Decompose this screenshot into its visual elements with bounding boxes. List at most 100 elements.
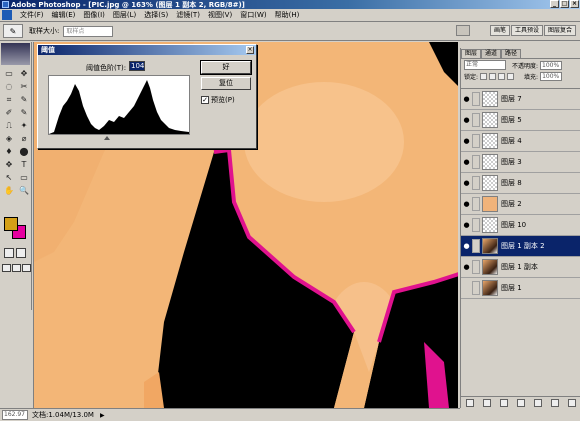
- menu-select[interactable]: 选择(S): [140, 10, 172, 20]
- layer-row[interactable]: ● 图层 3: [461, 152, 580, 173]
- eraser-tool-icon[interactable]: ◈: [2, 133, 16, 145]
- visibility-eye-icon[interactable]: ●: [461, 137, 472, 145]
- zoom-level-field[interactable]: 162.97: [2, 410, 28, 420]
- path-select-tool-icon[interactable]: ✥: [2, 159, 16, 171]
- layer-mask-icon[interactable]: [499, 398, 508, 407]
- layer-link-box[interactable]: [472, 239, 480, 253]
- tab-channels[interactable]: 通道: [481, 49, 502, 58]
- palette-well[interactable]: [456, 25, 470, 36]
- visibility-eye-icon[interactable]: ●: [461, 242, 472, 250]
- visibility-eye-icon[interactable]: ●: [461, 95, 472, 103]
- shape-tool-icon[interactable]: ▭: [17, 172, 31, 184]
- move-tool-icon[interactable]: ✥: [17, 68, 31, 80]
- reset-button[interactable]: 复位: [201, 77, 251, 90]
- quick-mask-button[interactable]: [16, 248, 26, 258]
- menu-layer[interactable]: 图层(L): [109, 10, 140, 20]
- layer-link-box[interactable]: [472, 113, 480, 127]
- slice-tool-icon[interactable]: ✎: [17, 94, 31, 106]
- new-set-icon[interactable]: [516, 398, 525, 407]
- tab-tool-presets[interactable]: 工具预设: [510, 25, 543, 36]
- layer-row[interactable]: ● 图层 5: [461, 110, 580, 131]
- menu-filter[interactable]: 滤镜(T): [172, 10, 204, 20]
- lock-transparency-icon[interactable]: [480, 73, 488, 80]
- layer-row[interactable]: ● 图层 4: [461, 131, 580, 152]
- screen-mode-full-menu-button[interactable]: [12, 264, 21, 272]
- threshold-level-input[interactable]: 104: [129, 61, 145, 71]
- maximize-button[interactable]: □: [560, 0, 569, 8]
- screen-mode-full-button[interactable]: [22, 264, 31, 272]
- gradient-tool-icon[interactable]: ⌀: [17, 133, 31, 145]
- brush-tool-icon[interactable]: ✎: [17, 107, 31, 119]
- delete-layer-icon[interactable]: [567, 398, 576, 407]
- visibility-eye-icon[interactable]: ●: [461, 179, 472, 187]
- stamp-tool-icon[interactable]: ⎍: [2, 120, 16, 132]
- new-layer-icon[interactable]: [550, 398, 559, 407]
- hand-tool-icon[interactable]: ✋: [2, 185, 16, 197]
- tab-layers[interactable]: 图层: [461, 49, 482, 58]
- sample-size-select[interactable]: 取样点: [63, 25, 114, 37]
- dodge-tool-icon[interactable]: ⬤: [17, 146, 31, 158]
- layer-link-box[interactable]: [472, 218, 480, 232]
- app-menu-icon[interactable]: [2, 10, 12, 20]
- dialog-close-button[interactable]: ×: [246, 46, 254, 54]
- layer-row[interactable]: 图层 1: [461, 278, 580, 299]
- menu-window[interactable]: 窗口(W): [236, 10, 270, 20]
- link-layers-icon[interactable]: [465, 398, 474, 407]
- opacity-input[interactable]: 100%: [540, 60, 563, 70]
- layer-link-box[interactable]: [472, 155, 480, 169]
- zoom-tool-icon[interactable]: 🔍: [17, 185, 31, 197]
- lock-pixels-icon[interactable]: [489, 73, 497, 80]
- layer-link-box[interactable]: [472, 260, 480, 274]
- visibility-eye-icon[interactable]: ●: [461, 263, 472, 271]
- close-button[interactable]: ×: [570, 0, 579, 8]
- preview-checkbox[interactable]: ✓: [201, 96, 209, 104]
- magic-wand-tool-icon[interactable]: ✂: [17, 81, 31, 93]
- menu-image[interactable]: 图像(I): [79, 10, 109, 20]
- layer-row[interactable]: ● 图层 7: [461, 89, 580, 110]
- visibility-eye-icon[interactable]: ●: [461, 158, 472, 166]
- eyedropper-icon[interactable]: ✎: [3, 24, 23, 38]
- foreground-color-swatch[interactable]: [4, 217, 18, 231]
- tab-brushes[interactable]: 画笔: [489, 25, 510, 36]
- type-tool-icon[interactable]: T: [17, 159, 31, 171]
- layer-style-icon[interactable]: [482, 398, 491, 407]
- preview-checkbox-row[interactable]: ✓ 预览(P): [201, 95, 235, 105]
- blend-mode-select[interactable]: 正常: [464, 60, 506, 70]
- history-brush-tool-icon[interactable]: ✦: [17, 120, 31, 132]
- menu-file[interactable]: 文件(F): [16, 10, 48, 20]
- layer-row[interactable]: ● 图层 8: [461, 173, 580, 194]
- tab-layer-comps[interactable]: 图层复合: [543, 25, 576, 36]
- lock-position-icon[interactable]: [498, 73, 506, 80]
- layer-row[interactable]: ● 图层 2: [461, 194, 580, 215]
- tab-paths[interactable]: 路径: [501, 49, 522, 58]
- menu-view[interactable]: 视图(V): [204, 10, 236, 20]
- minimize-button[interactable]: _: [550, 0, 559, 8]
- blur-tool-icon[interactable]: ♦: [2, 146, 16, 158]
- layer-link-box[interactable]: [472, 92, 480, 106]
- healing-tool-icon[interactable]: ✐: [2, 107, 16, 119]
- layer-link-box[interactable]: [472, 197, 480, 211]
- menu-help[interactable]: 帮助(H): [271, 10, 304, 20]
- threshold-slider-handle[interactable]: [104, 136, 110, 140]
- layer-row[interactable]: ● 图层 1 副本 2: [461, 236, 580, 257]
- status-menu-arrow-icon[interactable]: ▶: [100, 412, 105, 419]
- visibility-eye-icon[interactable]: ●: [461, 200, 472, 208]
- pen-tool-icon[interactable]: ↖: [2, 172, 16, 184]
- standard-mode-button[interactable]: [4, 248, 14, 258]
- visibility-eye-icon[interactable]: ●: [461, 221, 472, 229]
- ok-button[interactable]: 好: [200, 60, 252, 75]
- layer-link-box[interactable]: [472, 134, 480, 148]
- layer-row[interactable]: ● 图层 1 副本: [461, 257, 580, 278]
- menu-edit[interactable]: 编辑(E): [48, 10, 80, 20]
- screen-mode-standard-button[interactable]: [2, 264, 11, 272]
- lasso-tool-icon[interactable]: ◌: [2, 81, 16, 93]
- marquee-tool-icon[interactable]: ▭: [2, 68, 16, 80]
- adjustment-layer-icon[interactable]: [533, 398, 542, 407]
- crop-tool-icon[interactable]: ⌗: [2, 94, 16, 106]
- layer-row[interactable]: ● 图层 10: [461, 215, 580, 236]
- visibility-eye-icon[interactable]: ●: [461, 116, 472, 124]
- lock-all-icon[interactable]: [507, 73, 515, 80]
- layer-link-box[interactable]: [472, 176, 480, 190]
- fill-input[interactable]: 100%: [540, 72, 563, 81]
- layer-link-box[interactable]: [472, 281, 480, 295]
